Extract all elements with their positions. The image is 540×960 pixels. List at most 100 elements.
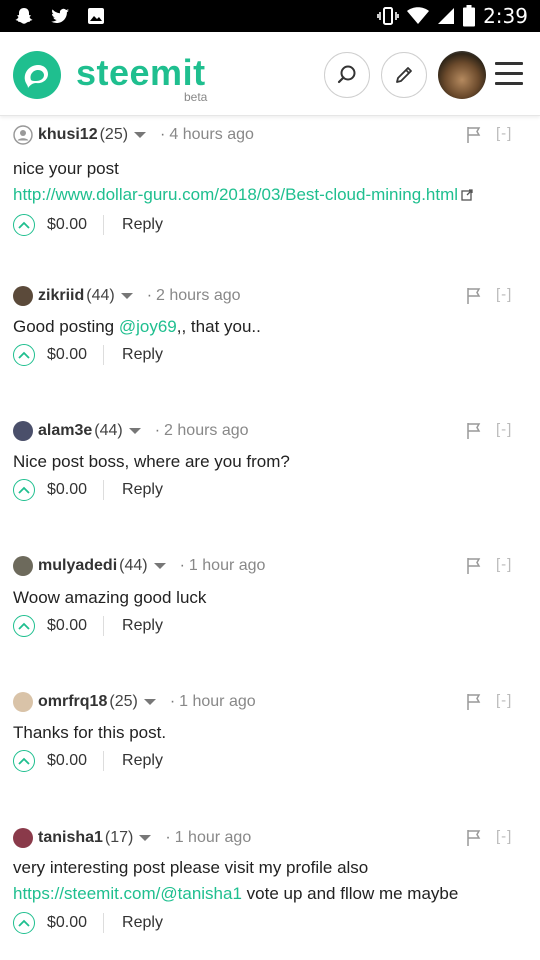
author-dropdown-icon[interactable] [153, 563, 166, 569]
comment-footer: $0.00 Reply [13, 213, 163, 237]
chevron-up-icon [18, 486, 30, 494]
reply-button[interactable]: Reply [122, 752, 163, 770]
separator-dot: · [160, 126, 166, 143]
separator-dot: · [169, 693, 176, 710]
collapse-toggle[interactable]: [-] [496, 556, 512, 573]
comment-time[interactable]: 1 hour ago [175, 829, 252, 847]
user-avatar-small[interactable] [13, 421, 33, 441]
author-dropdown-icon[interactable] [120, 293, 133, 299]
comment-footer: $0.00 Reply [13, 478, 163, 502]
comment-footer: $0.00 Reply [13, 343, 163, 367]
external-link-icon [461, 189, 473, 201]
chevron-up-icon [18, 351, 30, 359]
vibrate-icon [377, 7, 399, 25]
flag-icon[interactable] [466, 693, 482, 711]
user-avatar-small[interactable] [13, 556, 33, 576]
comment-time[interactable]: 2 hours ago [164, 422, 249, 440]
upvote-button[interactable] [13, 750, 35, 772]
chevron-up-icon [18, 622, 30, 630]
comment-link[interactable]: http://www.dollar-guru.com/2018/03/Best-… [13, 185, 458, 204]
comment-text: Good posting @joy69,, that you.. [13, 314, 261, 340]
flag-icon[interactable] [466, 829, 482, 847]
hamburger-menu-icon[interactable] [495, 62, 523, 86]
user-avatar[interactable] [438, 51, 486, 99]
upvote-button[interactable] [13, 214, 35, 236]
upvote-button[interactable] [13, 344, 35, 366]
author-dropdown-icon[interactable] [128, 428, 141, 434]
comment-time[interactable]: 1 hour ago [179, 693, 256, 711]
user-avatar-small[interactable] [13, 692, 33, 712]
chevron-up-icon [18, 221, 30, 229]
separator-dot: · [154, 422, 161, 439]
payout-value[interactable]: $0.00 [47, 913, 105, 933]
separator-dot: · [179, 557, 185, 574]
collapse-toggle[interactable]: [-] [496, 125, 512, 142]
comment-author[interactable]: tanisha1 [38, 829, 103, 847]
comment-footer: $0.00 Reply [13, 614, 163, 638]
submit-story-button[interactable] [381, 52, 427, 98]
brand-name[interactable]: steemit [76, 52, 206, 94]
comment-header: zikriid (44) · 2 hours ago [13, 284, 241, 308]
comment-text-line2: https://steemit.com/@tanisha1 vote up an… [13, 881, 458, 907]
image-icon [88, 8, 104, 24]
comment-header: tanisha1 (17) · 1 hour ago [13, 826, 251, 850]
author-reputation: (17) [104, 829, 134, 846]
payout-value[interactable]: $0.00 [47, 345, 105, 365]
reply-button[interactable]: Reply [122, 216, 163, 234]
separator-dot: · [146, 287, 153, 304]
payout-value[interactable]: $0.00 [47, 616, 105, 636]
battery-icon [463, 5, 476, 27]
comment-text-part: vote up and fllow me maybe [241, 884, 459, 903]
reply-button[interactable]: Reply [122, 346, 163, 364]
reply-button[interactable]: Reply [122, 481, 163, 499]
payout-value[interactable]: $0.00 [47, 751, 105, 771]
comment-time[interactable]: 1 hour ago [189, 557, 266, 575]
comment-footer: $0.00 Reply [13, 911, 163, 935]
author-dropdown-icon[interactable] [134, 132, 147, 138]
payout-value[interactable]: $0.00 [47, 480, 105, 500]
site-header: steemit beta [0, 32, 540, 116]
default-avatar-icon[interactable] [13, 125, 33, 145]
comment-author[interactable]: khusi12 [38, 126, 98, 144]
chevron-up-icon [18, 757, 30, 765]
author-dropdown-icon[interactable] [143, 699, 156, 705]
status-bar: 2:39 [0, 0, 540, 32]
user-avatar-small[interactable] [13, 286, 33, 306]
reply-button[interactable]: Reply [122, 617, 163, 635]
reply-button[interactable]: Reply [122, 914, 163, 932]
comment-text-part: ,, that you.. [176, 317, 261, 336]
collapse-toggle[interactable]: [-] [496, 692, 512, 709]
separator-dot: · [165, 829, 171, 846]
user-avatar-small[interactable] [13, 828, 33, 848]
mention-link[interactable]: @joy69 [119, 317, 177, 336]
profile-link[interactable]: https://steemit.com/@tanisha1 [13, 884, 242, 903]
upvote-button[interactable] [13, 912, 35, 934]
collapse-toggle[interactable]: [-] [496, 421, 512, 438]
comment-text: Woow amazing good luck [13, 588, 207, 607]
comment-time[interactable]: 2 hours ago [156, 287, 241, 305]
comment-header: alam3e (44) · 2 hours ago [13, 419, 249, 443]
comment-author[interactable]: mulyadedi [38, 557, 117, 575]
author-dropdown-icon[interactable] [139, 835, 152, 841]
clock-time: 2:39 [483, 4, 528, 28]
upvote-button[interactable] [13, 615, 35, 637]
payout-value[interactable]: $0.00 [47, 215, 105, 235]
author-reputation: (25) [99, 126, 129, 143]
comment-time[interactable]: 4 hours ago [169, 126, 254, 144]
flag-icon[interactable] [466, 126, 482, 144]
flag-icon[interactable] [466, 422, 482, 440]
comment-author[interactable]: zikriid [38, 287, 84, 305]
comment-header: mulyadedi (44) · 1 hour ago [13, 554, 265, 578]
author-reputation: (44) [119, 557, 148, 574]
flag-icon[interactable] [466, 287, 482, 305]
search-button[interactable] [324, 52, 370, 98]
upvote-button[interactable] [13, 479, 35, 501]
comment-author[interactable]: omrfrq18 [38, 693, 107, 711]
steemit-logo-icon[interactable] [12, 50, 62, 100]
flag-icon[interactable] [466, 557, 482, 575]
comment-header: khusi12 (25) · 4 hours ago [13, 123, 254, 147]
comment-author[interactable]: alam3e [38, 422, 92, 440]
collapse-toggle[interactable]: [-] [496, 286, 512, 303]
collapse-toggle[interactable]: [-] [496, 828, 512, 845]
wifi-icon [407, 7, 430, 24]
